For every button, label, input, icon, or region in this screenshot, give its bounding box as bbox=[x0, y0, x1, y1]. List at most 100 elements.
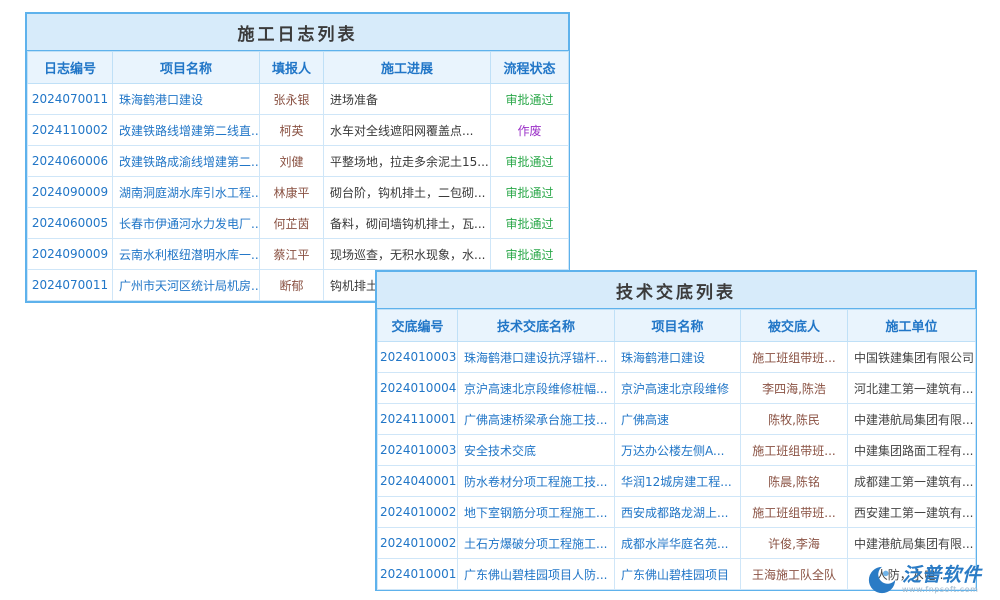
disclosure-person-cell: 许俊,李海 bbox=[741, 528, 848, 559]
disclosure-name-cell[interactable]: 安全技术交底 bbox=[458, 435, 615, 466]
tech-disclosure-window: 技术交底列表 交底编号 技术交底名称 项目名称 被交底人 施工单位 202401… bbox=[375, 270, 977, 591]
disclosure-id-cell[interactable]: 2024040001 bbox=[378, 466, 458, 497]
disclosure-id-cell[interactable]: 2024010004 bbox=[378, 373, 458, 404]
log-id-cell[interactable]: 2024070011 bbox=[28, 84, 113, 115]
disclosure-name-cell[interactable]: 珠海鹤港口建设抗浮锚杆... bbox=[458, 342, 615, 373]
log-id-cell[interactable]: 2024090009 bbox=[28, 239, 113, 270]
fanpu-logo-icon bbox=[867, 565, 897, 595]
log-col-header-id: 日志编号 bbox=[28, 52, 113, 84]
log-project-cell[interactable]: 长春市伊通河水力发电厂... bbox=[113, 208, 260, 239]
log-reporter-cell: 何芷茵 bbox=[260, 208, 324, 239]
log-project-cell[interactable]: 云南水利枢纽潜明水库一... bbox=[113, 239, 260, 270]
brand-watermark: 泛普软件 www.fnpsoft.com bbox=[867, 565, 982, 595]
log-progress-cell: 进场准备 bbox=[324, 84, 491, 115]
disclosure-id-cell[interactable]: 2024010002 bbox=[378, 528, 458, 559]
table-row[interactable]: 2024010003安全技术交底万达办公楼左侧A...施工班组带班...中建集团… bbox=[378, 435, 976, 466]
construction-log-title: 施工日志列表 bbox=[27, 14, 568, 51]
log-col-header-reporter: 填报人 bbox=[260, 52, 324, 84]
tech-disclosure-table: 交底编号 技术交底名称 项目名称 被交底人 施工单位 2024010003珠海鹤… bbox=[377, 309, 976, 590]
disclosure-person-cell: 施工班组带班... bbox=[741, 497, 848, 528]
log-reporter-cell: 断郁 bbox=[260, 270, 324, 301]
log-progress-cell: 砌台阶，钩机排土，二包砌... bbox=[324, 177, 491, 208]
disclosure-col-header-unit: 施工单位 bbox=[848, 310, 976, 342]
log-status-cell[interactable]: 审批通过 bbox=[491, 84, 569, 115]
log-status-cell[interactable]: 审批通过 bbox=[491, 177, 569, 208]
disclosure-project-cell[interactable]: 广佛高速 bbox=[615, 404, 741, 435]
disclosure-name-cell[interactable]: 防水卷材分项工程施工技... bbox=[458, 466, 615, 497]
disclosure-project-cell[interactable]: 珠海鹤港口建设 bbox=[615, 342, 741, 373]
log-project-cell[interactable]: 湖南洞庭湖水库引水工程... bbox=[113, 177, 260, 208]
disclosure-unit-cell: 河北建工第一建筑有... bbox=[848, 373, 976, 404]
log-progress-cell: 水车对全线遮阳网覆盖点... bbox=[324, 115, 491, 146]
table-row[interactable]: 2024010003珠海鹤港口建设抗浮锚杆...珠海鹤港口建设施工班组带班...… bbox=[378, 342, 976, 373]
disclosure-person-cell: 施工班组带班... bbox=[741, 435, 848, 466]
disclosure-person-cell: 陈牧,陈民 bbox=[741, 404, 848, 435]
disclosure-name-cell[interactable]: 广东佛山碧桂园项目人防... bbox=[458, 559, 615, 590]
log-col-header-progress: 施工进展 bbox=[324, 52, 491, 84]
table-row[interactable]: 2024110001广佛高速桥梁承台施工技...广佛高速陈牧,陈民中建港航局集团… bbox=[378, 404, 976, 435]
log-progress-cell: 平整场地，拉走多余泥土15... bbox=[324, 146, 491, 177]
log-project-cell[interactable]: 改建铁路线增建第二线直... bbox=[113, 115, 260, 146]
brand-name: 泛普软件 bbox=[902, 565, 982, 586]
log-reporter-cell: 张永银 bbox=[260, 84, 324, 115]
log-progress-cell: 备料，砌间墙钩机排土，瓦... bbox=[324, 208, 491, 239]
table-row[interactable]: 2024090009湖南洞庭湖水库引水工程...林康平砌台阶，钩机排土，二包砌.… bbox=[28, 177, 569, 208]
log-id-cell[interactable]: 2024110002 bbox=[28, 115, 113, 146]
log-id-cell[interactable]: 2024060005 bbox=[28, 208, 113, 239]
log-status-cell[interactable]: 审批通过 bbox=[491, 239, 569, 270]
tech-disclosure-title: 技术交底列表 bbox=[377, 272, 975, 309]
log-id-cell[interactable]: 2024070011 bbox=[28, 270, 113, 301]
disclosure-id-cell[interactable]: 2024010003 bbox=[378, 342, 458, 373]
log-project-cell[interactable]: 改建铁路成渝线增建第二... bbox=[113, 146, 260, 177]
construction-log-window: 施工日志列表 日志编号 项目名称 填报人 施工进展 流程状态 202407001… bbox=[25, 12, 570, 303]
table-row[interactable]: 2024010002土石方爆破分项工程施工...成都水岸华庭名苑...许俊,李海… bbox=[378, 528, 976, 559]
log-status-cell[interactable]: 审批通过 bbox=[491, 208, 569, 239]
log-project-cell[interactable]: 珠海鹤港口建设 bbox=[113, 84, 260, 115]
disclosure-unit-cell: 中国铁建集团有限公司 bbox=[848, 342, 976, 373]
log-id-cell[interactable]: 2024090009 bbox=[28, 177, 113, 208]
disclosure-name-cell[interactable]: 京沪高速北京段维修桩幅... bbox=[458, 373, 615, 404]
disclosure-id-cell[interactable]: 2024010001 bbox=[378, 559, 458, 590]
disclosure-person-cell: 王海施工队全队 bbox=[741, 559, 848, 590]
construction-log-table: 日志编号 项目名称 填报人 施工进展 流程状态 2024070011珠海鹤港口建… bbox=[27, 51, 569, 301]
log-project-cell[interactable]: 广州市天河区统计局机房... bbox=[113, 270, 260, 301]
disclosure-id-cell[interactable]: 2024010002 bbox=[378, 497, 458, 528]
table-row[interactable]: 2024010002地下室钢筋分项工程施工...西安成都路龙湖上...施工班组带… bbox=[378, 497, 976, 528]
disclosure-unit-cell: 中建港航局集团有限... bbox=[848, 404, 976, 435]
disclosure-name-cell[interactable]: 土石方爆破分项工程施工... bbox=[458, 528, 615, 559]
disclosure-unit-cell: 西安建工第一建筑有... bbox=[848, 497, 976, 528]
log-reporter-cell: 刘健 bbox=[260, 146, 324, 177]
disclosure-col-header-person: 被交底人 bbox=[741, 310, 848, 342]
log-status-cell[interactable]: 审批通过 bbox=[491, 146, 569, 177]
disclosure-id-cell[interactable]: 2024110001 bbox=[378, 404, 458, 435]
log-table-header-row: 日志编号 项目名称 填报人 施工进展 流程状态 bbox=[28, 52, 569, 84]
table-row[interactable]: 2024040001防水卷材分项工程施工技...华润12城房建工程...陈晨,陈… bbox=[378, 466, 976, 497]
table-row[interactable]: 2024070011珠海鹤港口建设张永银进场准备审批通过 bbox=[28, 84, 569, 115]
disclosure-project-cell[interactable]: 广东佛山碧桂园项目 bbox=[615, 559, 741, 590]
table-row[interactable]: 2024060006改建铁路成渝线增建第二...刘健平整场地，拉走多余泥土15.… bbox=[28, 146, 569, 177]
disclosure-id-cell[interactable]: 2024010003 bbox=[378, 435, 458, 466]
disclosure-project-cell[interactable]: 华润12城房建工程... bbox=[615, 466, 741, 497]
table-row[interactable]: 2024090009云南水利枢纽潜明水库一...蔡江平现场巡查，无积水现象，水.… bbox=[28, 239, 569, 270]
log-id-cell[interactable]: 2024060006 bbox=[28, 146, 113, 177]
disclosure-project-cell[interactable]: 万达办公楼左侧A... bbox=[615, 435, 741, 466]
log-status-cell[interactable]: 作废 bbox=[491, 115, 569, 146]
disclosure-col-header-project: 项目名称 bbox=[615, 310, 741, 342]
disclosure-table-body: 2024010003珠海鹤港口建设抗浮锚杆...珠海鹤港口建设施工班组带班...… bbox=[378, 342, 976, 590]
disclosure-person-cell: 施工班组带班... bbox=[741, 342, 848, 373]
table-row[interactable]: 2024110002改建铁路线增建第二线直...柯英水车对全线遮阳网覆盖点...… bbox=[28, 115, 569, 146]
log-progress-cell: 现场巡查，无积水现象，水... bbox=[324, 239, 491, 270]
disclosure-person-cell: 陈晨,陈铭 bbox=[741, 466, 848, 497]
disclosure-project-cell[interactable]: 成都水岸华庭名苑... bbox=[615, 528, 741, 559]
disclosure-person-cell: 李四海,陈浩 bbox=[741, 373, 848, 404]
disclosure-unit-cell: 中建集团路面工程有... bbox=[848, 435, 976, 466]
table-row[interactable]: 2024010004京沪高速北京段维修桩幅...京沪高速北京段维修李四海,陈浩河… bbox=[378, 373, 976, 404]
disclosure-unit-cell: 中建港航局集团有限... bbox=[848, 528, 976, 559]
table-row[interactable]: 2024060005长春市伊通河水力发电厂...何芷茵备料，砌间墙钩机排土，瓦.… bbox=[28, 208, 569, 239]
disclosure-name-cell[interactable]: 广佛高速桥梁承台施工技... bbox=[458, 404, 615, 435]
disclosure-project-cell[interactable]: 京沪高速北京段维修 bbox=[615, 373, 741, 404]
disclosure-col-header-id: 交底编号 bbox=[378, 310, 458, 342]
disclosure-name-cell[interactable]: 地下室钢筋分项工程施工... bbox=[458, 497, 615, 528]
disclosure-project-cell[interactable]: 西安成都路龙湖上... bbox=[615, 497, 741, 528]
brand-url: www.fnpsoft.com bbox=[902, 586, 982, 595]
